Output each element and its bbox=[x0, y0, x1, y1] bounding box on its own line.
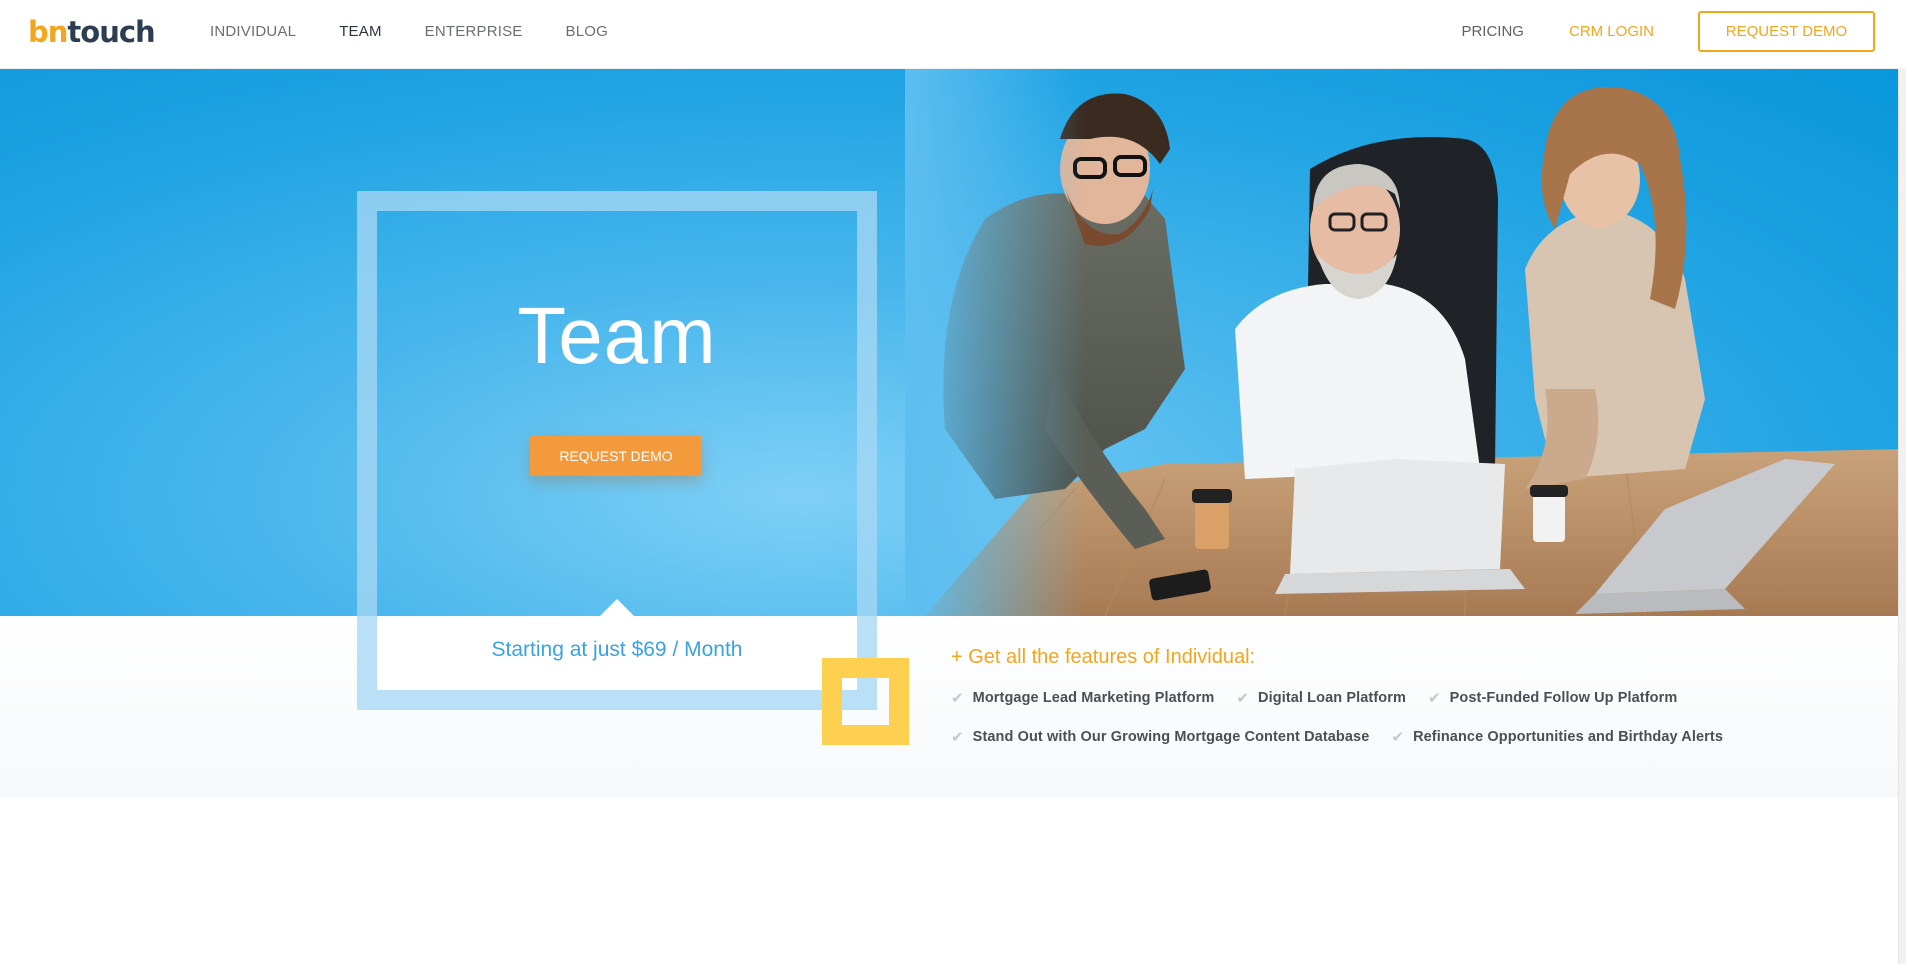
nav-pricing[interactable]: PRICING bbox=[1461, 23, 1524, 40]
feature-item: ✔ Mortgage Lead Marketing Platform bbox=[951, 689, 1214, 707]
logo-part-bn: bn bbox=[28, 15, 68, 49]
check-icon: ✔ bbox=[1391, 729, 1405, 746]
nav-team[interactable]: TEAM bbox=[339, 23, 381, 40]
feature-label: Post-Funded Follow Up Platform bbox=[1449, 690, 1678, 706]
team-meeting-photo bbox=[905, 69, 1906, 616]
nav-individual[interactable]: INDIVIDUAL bbox=[210, 23, 296, 40]
feature-item: ✔ Post-Funded Follow Up Platform bbox=[1428, 689, 1677, 707]
feature-label: Stand Out with Our Growing Mortgage Cont… bbox=[972, 729, 1370, 745]
hero-section bbox=[0, 69, 1906, 616]
check-icon: ✔ bbox=[951, 729, 964, 746]
crm-login-link[interactable]: CRM LOGIN bbox=[1569, 23, 1654, 40]
nav-blog[interactable]: BLOG bbox=[566, 23, 608, 40]
nav-enterprise[interactable]: ENTERPRISE bbox=[425, 23, 523, 40]
features-heading: + Get all the features of Individual: bbox=[951, 646, 1256, 668]
scrollbar[interactable] bbox=[1898, 69, 1906, 964]
request-demo-header-button[interactable]: REQUEST DEMO bbox=[1698, 11, 1875, 52]
price-text: Starting at just $69 / Month bbox=[491, 638, 743, 661]
request-demo-hero-button[interactable]: REQUEST DEMO bbox=[530, 436, 702, 476]
features-row-2: ✔ Stand Out with Our Growing Mortgage Co… bbox=[951, 728, 1745, 746]
feature-item: ✔ Stand Out with Our Growing Mortgage Co… bbox=[951, 728, 1369, 746]
check-icon: ✔ bbox=[1236, 690, 1250, 707]
nav-right: PRICING CRM LOGIN REQUEST DEMO bbox=[1461, 0, 1906, 63]
feature-label: Refinance Opportunities and Birthday Ale… bbox=[1413, 729, 1723, 745]
site-header: bn touch INDIVIDUAL TEAM ENTERPRISE BLOG… bbox=[0, 0, 1906, 69]
features-row-1: ✔ Mortgage Lead Marketing Platform ✔ Dig… bbox=[951, 689, 1699, 707]
feature-label: Mortgage Lead Marketing Platform bbox=[972, 690, 1215, 706]
feature-item: ✔ Refinance Opportunities and Birthday A… bbox=[1391, 728, 1723, 746]
check-icon: ✔ bbox=[1427, 690, 1441, 707]
logo-part-touch: touch bbox=[67, 15, 155, 49]
page-title: Team bbox=[517, 291, 717, 380]
decorative-yellow-square bbox=[822, 658, 909, 745]
main-nav: INDIVIDUAL TEAM ENTERPRISE BLOG bbox=[210, 0, 651, 63]
feature-label: Digital Loan Platform bbox=[1258, 690, 1406, 706]
check-icon: ✔ bbox=[951, 690, 964, 707]
features-band bbox=[0, 616, 1899, 798]
logo[interactable]: bn touch bbox=[28, 12, 156, 52]
feature-item: ✔ Digital Loan Platform bbox=[1236, 689, 1406, 707]
